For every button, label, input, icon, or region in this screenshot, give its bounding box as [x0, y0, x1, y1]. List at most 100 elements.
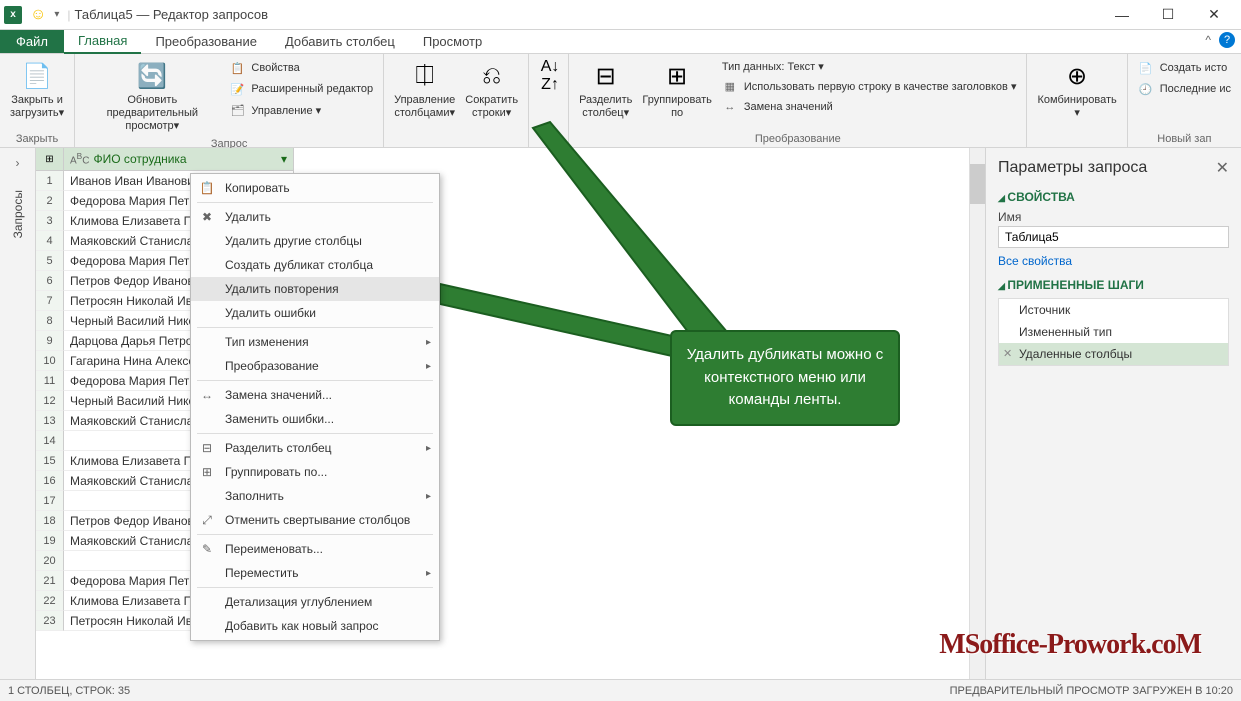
- tab-view[interactable]: Просмотр: [409, 30, 496, 53]
- row-number: 15: [36, 451, 64, 471]
- new-source-button[interactable]: 📄Создать исто: [1134, 58, 1235, 78]
- status-right: ПРЕДВАРИТЕЛЬНЫЙ ПРОСМОТР ЗАГРУЖЕН В 10:2…: [950, 685, 1233, 697]
- close-load-button[interactable]: 📄 Закрыть и загрузить▾: [6, 58, 68, 131]
- replace-icon: ↔: [722, 99, 738, 115]
- help-icon[interactable]: ?: [1219, 32, 1235, 48]
- menu-item[interactable]: ✎Переименовать...: [191, 537, 439, 561]
- menu-item-label: Тип изменения: [225, 335, 309, 349]
- first-row-headers-button[interactable]: ▦Использовать первую строку в качестве з…: [718, 76, 1021, 96]
- section-steps[interactable]: ПРИМЕНЕННЫЕ ШАГИ: [998, 278, 1229, 292]
- menu-item[interactable]: Преобразование: [191, 354, 439, 378]
- menu-item[interactable]: Удалить повторения: [191, 277, 439, 301]
- properties-button[interactable]: 📋Свойства: [225, 58, 377, 78]
- recent-sources-button[interactable]: 🕘Последние ис: [1134, 79, 1235, 99]
- menu-item-label: Переместить: [225, 566, 299, 580]
- applied-step[interactable]: ✕Удаленные столбцы: [999, 343, 1228, 365]
- menu-item[interactable]: Заменить ошибки...: [191, 407, 439, 431]
- manage-icon: 🗂: [229, 102, 245, 118]
- close-panel-icon[interactable]: ✕: [1216, 158, 1229, 178]
- row-number: 13: [36, 411, 64, 431]
- menu-item-label: Группировать по...: [225, 465, 327, 479]
- tab-file[interactable]: Файл: [0, 30, 64, 53]
- delete-step-icon[interactable]: ✕: [1003, 347, 1012, 360]
- row-number: 7: [36, 291, 64, 311]
- tab-add-column[interactable]: Добавить столбец: [271, 30, 409, 53]
- menu-separator: [197, 587, 433, 588]
- menu-item[interactable]: Создать дубликат столбца: [191, 253, 439, 277]
- menu-item[interactable]: ✖Удалить: [191, 205, 439, 229]
- menu-item-label: Удалить другие столбцы: [225, 234, 362, 248]
- all-properties-link[interactable]: Все свойства: [998, 254, 1229, 268]
- name-input[interactable]: [998, 226, 1229, 248]
- manage-button[interactable]: 🗂Управление ▾: [225, 100, 377, 120]
- menu-item-icon: ⤢: [197, 512, 217, 528]
- menu-item[interactable]: Детализация углублением: [191, 590, 439, 614]
- menu-separator: [197, 202, 433, 203]
- refresh-preview-button[interactable]: 🔄 Обновить предварительный просмотр▾: [81, 58, 223, 136]
- queries-sidebar[interactable]: › Запросы: [0, 148, 36, 679]
- query-settings-panel: Параметры запроса ✕ СВОЙСТВА Имя Все сво…: [985, 148, 1241, 679]
- menu-item[interactable]: Добавить как новый запрос: [191, 614, 439, 638]
- split-icon: ⊟: [590, 60, 622, 92]
- menu-item-label: Копировать: [225, 181, 290, 195]
- menu-item-icon: ⊟: [197, 440, 217, 456]
- menu-item-icon: [197, 565, 217, 581]
- section-properties[interactable]: СВОЙСТВА: [998, 190, 1229, 204]
- menu-separator: [197, 433, 433, 434]
- row-number: 6: [36, 271, 64, 291]
- row-number: 11: [36, 371, 64, 391]
- app-icon: x: [4, 6, 22, 24]
- row-number: 10: [36, 351, 64, 371]
- row-number: 2: [36, 191, 64, 211]
- menu-item-label: Заменить ошибки...: [225, 412, 334, 426]
- grid-corner[interactable]: ⊞: [36, 148, 64, 170]
- ribbon-group-combine: ⊕ Комбинировать ▾: [1027, 54, 1127, 147]
- menu-item-icon: ✖: [197, 209, 217, 225]
- close-button[interactable]: ✕: [1191, 0, 1237, 30]
- vertical-scrollbar[interactable]: [969, 148, 985, 679]
- tab-home[interactable]: Главная: [64, 29, 141, 54]
- row-number: 8: [36, 311, 64, 331]
- row-number: 18: [36, 511, 64, 531]
- callout-tooltip: Удалить дубликаты можно с контекстного м…: [670, 330, 900, 426]
- minimize-button[interactable]: —: [1099, 0, 1145, 30]
- column-filter-icon[interactable]: ▾: [281, 152, 287, 166]
- data-type-button[interactable]: Тип данных: Текст ▾: [718, 58, 1021, 75]
- menu-item[interactable]: 📋Копировать: [191, 176, 439, 200]
- combine-button[interactable]: ⊕ Комбинировать ▾: [1033, 58, 1120, 143]
- row-number: 21: [36, 571, 64, 591]
- menu-item[interactable]: Переместить: [191, 561, 439, 585]
- replace-values-button[interactable]: ↔Замена значений: [718, 97, 1021, 117]
- collapse-ribbon-icon[interactable]: ^: [1205, 33, 1211, 47]
- menu-item-icon: [197, 411, 217, 427]
- menu-item[interactable]: Тип изменения: [191, 330, 439, 354]
- advanced-editor-button[interactable]: 📝Расширенный редактор: [225, 79, 377, 99]
- smiley-icon[interactable]: ☺: [30, 6, 46, 24]
- row-number: 14: [36, 431, 64, 451]
- status-left: 1 СТОЛБЕЦ, СТРОК: 35: [8, 685, 130, 697]
- refresh-icon: 🔄: [136, 60, 168, 92]
- menu-item[interactable]: ⊟Разделить столбец: [191, 436, 439, 460]
- ribbon-group-new-query: 📄Создать исто 🕘Последние ис Новый зап: [1128, 54, 1241, 147]
- menu-item-icon: ✎: [197, 541, 217, 557]
- row-number: 9: [36, 331, 64, 351]
- menu-item[interactable]: Удалить другие столбцы: [191, 229, 439, 253]
- qat-dropdown[interactable]: ▾: [54, 9, 59, 20]
- panel-title: Параметры запроса: [998, 159, 1147, 177]
- maximize-button[interactable]: ☐: [1145, 0, 1191, 30]
- menu-item[interactable]: Заполнить: [191, 484, 439, 508]
- menu-item[interactable]: ↔Замена значений...: [191, 383, 439, 407]
- menu-item[interactable]: ⤢Отменить свертывание столбцов: [191, 508, 439, 532]
- menu-item-label: Преобразование: [225, 359, 319, 373]
- expand-queries-icon[interactable]: ›: [0, 156, 35, 170]
- menu-item-label: Замена значений...: [225, 388, 332, 402]
- column-header[interactable]: ABC ФИО сотрудника ▾: [64, 148, 294, 170]
- menu-item[interactable]: ⊞Группировать по...: [191, 460, 439, 484]
- statusbar: 1 СТОЛБЕЦ, СТРОК: 35 ПРЕДВАРИТЕЛЬНЫЙ ПРО…: [0, 679, 1241, 701]
- menu-item-label: Добавить как новый запрос: [225, 619, 379, 633]
- applied-step[interactable]: Измененный тип: [999, 321, 1228, 343]
- tab-transform[interactable]: Преобразование: [141, 30, 271, 53]
- callout-arrow-2: [420, 280, 700, 380]
- menu-item[interactable]: Удалить ошибки: [191, 301, 439, 325]
- applied-step[interactable]: Источник: [999, 299, 1228, 321]
